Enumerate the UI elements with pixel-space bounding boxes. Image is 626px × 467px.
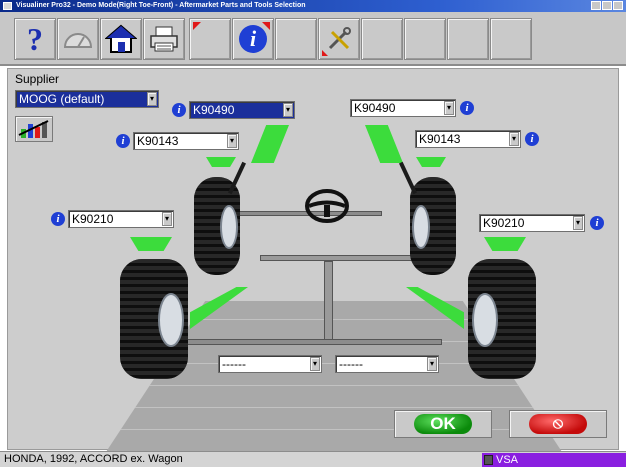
part-number: K90490 [354,101,396,115]
info-button[interactable]: i [232,18,274,60]
blank-button-1[interactable] [189,18,231,60]
info-icon[interactable]: i [51,212,65,226]
cancel-button[interactable]: ⦸ [509,410,607,438]
blank-button-2[interactable] [275,18,317,60]
rear-right-tire [468,259,536,379]
home-button[interactable] [100,18,142,60]
minimize-button[interactable] [591,1,601,10]
chevron-down-icon[interactable]: ▾ [310,357,320,371]
chassis-crossbar [260,255,418,261]
toolbar: ? i [0,12,626,66]
region-label: VSA [496,454,519,466]
region-badge: VSA [482,453,626,467]
vehicle-info: HONDA, 1992, ACCORD ex. Wagon [4,453,183,465]
front-left-tire [194,177,240,275]
chevron-down-icon[interactable]: ▾ [444,101,454,115]
chevron-down-icon[interactable]: ▾ [147,92,157,106]
part-number: K90143 [137,134,179,148]
app-icon [3,2,12,10]
supplier-dropdown[interactable]: MOOG (default) ▾ [15,90,159,108]
gauge-icon [63,33,93,48]
part-number: ------ [339,357,363,371]
part-number: K90143 [419,132,461,146]
info-icon[interactable]: i [460,101,474,115]
region-icon [484,455,493,465]
rear-right-part-dropdown[interactable]: K90210 ▾ [479,214,585,232]
window-controls [591,1,623,10]
ok-button[interactable]: OK [394,410,492,438]
info-icon[interactable]: i [172,103,186,117]
rear-left-tire [120,259,188,379]
home-icon [105,24,137,53]
bottom-left-part-dropdown[interactable]: ------ ▾ [218,355,322,373]
red-corner-marker [322,50,328,56]
part-number: K90210 [483,216,525,230]
help-button[interactable]: ? [14,18,56,60]
front-left-caster-indicator [251,125,289,163]
supplier-value: MOOG (default) [19,92,105,106]
steering-wheel-icon [305,189,349,223]
parts-selection-panel: Supplier MOOG (default) ▾ i K90490 ▾ i K… [7,68,619,455]
tools-button[interactable] [318,18,360,60]
front-right-upper-part-dropdown[interactable]: K90490 ▾ [350,99,456,117]
front-right-camber-indicator [416,157,446,167]
part-number: ------ [222,357,246,371]
part-number: K90210 [72,212,114,226]
info-icon[interactable]: i [590,216,604,230]
window-title: Visualiner Pro32 - Demo Mode(Right Toe-F… [16,2,306,9]
blank-button-4[interactable] [404,18,446,60]
info-icon[interactable]: i [525,132,539,146]
front-right-caster-indicator [365,125,403,163]
info-icon[interactable]: i [116,134,130,148]
gauge-button[interactable] [57,18,99,60]
chevron-down-icon[interactable]: ▾ [427,357,437,371]
chart-button[interactable] [15,116,53,142]
chevron-down-icon[interactable]: ▾ [283,103,293,117]
cancel-icon: ⦸ [529,414,587,434]
print-button[interactable] [143,18,185,60]
ok-label: OK [414,414,472,434]
printer-icon [150,26,178,52]
bottom-right-part-dropdown[interactable]: ------ ▾ [335,355,439,373]
status-bar: HONDA, 1992, ACCORD ex. Wagon VSA [0,451,626,467]
front-left-lower-part-dropdown[interactable]: K90143 ▾ [133,132,239,150]
tools-icon [328,27,351,50]
front-left-upper-part-dropdown[interactable]: K90490 ▾ [189,101,295,119]
supplier-label: Supplier [15,72,60,86]
rear-left-camber-indicator [130,237,172,251]
close-button[interactable] [613,1,623,10]
chevron-down-icon[interactable]: ▾ [509,132,519,146]
chevron-down-icon[interactable]: ▾ [227,134,237,148]
maximize-button[interactable] [602,1,612,10]
blank-button-5[interactable] [447,18,489,60]
red-corner-marker [262,22,270,30]
chart-icon [18,120,49,138]
rear-right-camber-indicator [484,237,526,251]
chevron-down-icon[interactable]: ▾ [162,212,172,226]
title-bar: Visualiner Pro32 - Demo Mode(Right Toe-F… [0,0,626,12]
front-right-lower-part-dropdown[interactable]: K90143 ▾ [415,130,521,148]
blank-button-3[interactable] [361,18,403,60]
front-left-camber-indicator [206,157,236,167]
red-corner-marker [193,22,201,30]
blank-button-6[interactable] [490,18,532,60]
chassis-spine [324,261,333,345]
chevron-down-icon[interactable]: ▾ [573,216,583,230]
rear-left-part-dropdown[interactable]: K90210 ▾ [68,210,174,228]
question-mark-icon: ? [27,20,43,57]
rear-axle [186,339,442,345]
part-number: K90490 [193,103,235,117]
